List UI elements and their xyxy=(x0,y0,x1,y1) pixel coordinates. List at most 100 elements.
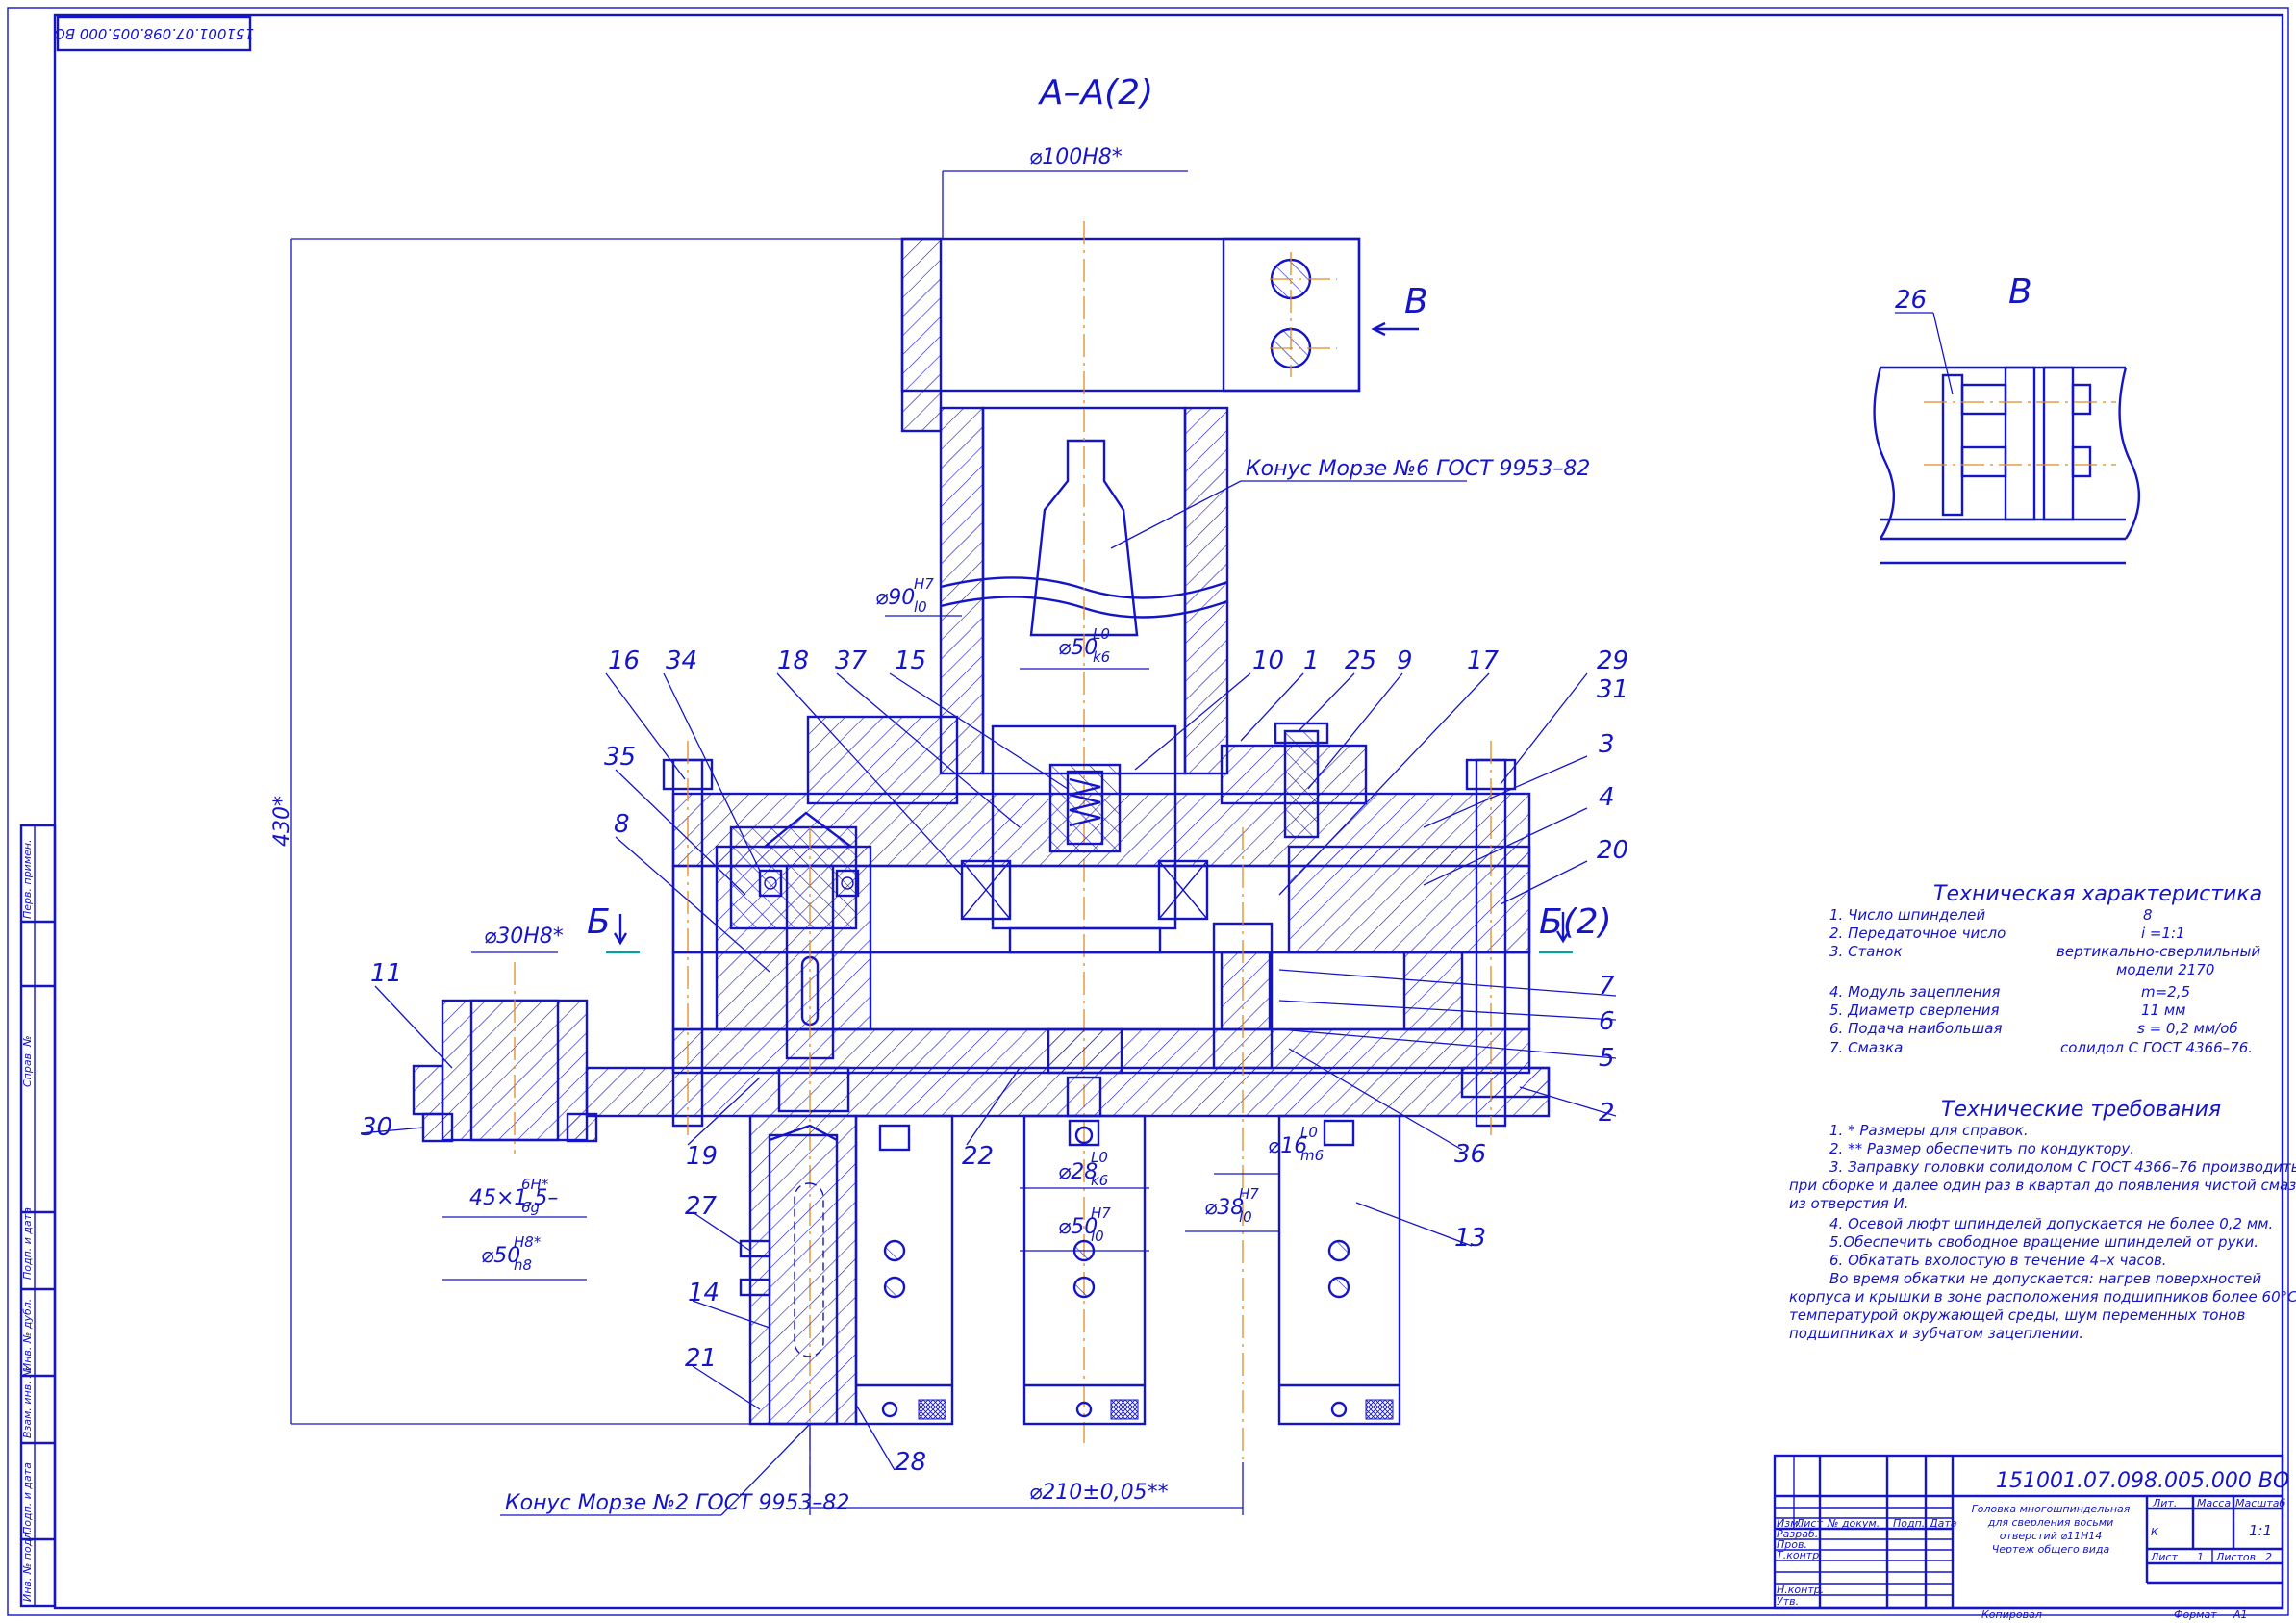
pos-35: 35 xyxy=(604,743,636,772)
section-title: А–А(2) xyxy=(1038,73,1153,113)
lit-value: К xyxy=(2151,1526,2159,1538)
tech-req-line-8: 6. Обкатать вхолостую в течение 4–х часо… xyxy=(1829,1252,2167,1269)
tech-req-line-11: температурой окружающей среды, шум перем… xyxy=(1789,1306,2245,1324)
dim-d28-fit-top: L0 xyxy=(1091,1149,1108,1166)
pos-31: 31 xyxy=(1597,675,1628,704)
side-strip-7: Инв. № подл. xyxy=(21,1529,34,1602)
tech-req-title: Технические требования xyxy=(1941,1098,2221,1122)
dim-d50-bottom-fit-bottom: l0 xyxy=(1091,1228,1104,1245)
tech-requirements: Технические требования 1. * Размеры для … xyxy=(1789,1098,2296,1342)
callout-morse6: Конус Морзе №6 ГОСТ 9953–82 xyxy=(1246,457,1590,481)
sheet-label: Лист xyxy=(2150,1551,2178,1563)
section-b-left: Б xyxy=(587,902,611,942)
side-strip-2: Справ. № xyxy=(21,1035,34,1087)
tech-req-line-3: 3. Заправку головки солидолом С ГОСТ 436… xyxy=(1829,1158,2296,1176)
role-tkontr: Т.контр. xyxy=(1777,1549,1823,1561)
title-name-2: для сверления восьми xyxy=(1987,1516,2113,1529)
assembly-drawing: 151001.07.098.005.000 ВО Перв. примен. С… xyxy=(7,7,2296,1621)
view-b-title: В xyxy=(2008,272,2032,312)
top-doc-number: 151001.07.098.005.000 ВО xyxy=(54,25,254,42)
tech-req-line-12: подшипниках и зубчатом зацеплении. xyxy=(1789,1325,2083,1342)
pos-7: 7 xyxy=(1599,972,1615,1001)
title-name-3: отверстий ⌀11Н14 xyxy=(2000,1530,2103,1542)
side-strip-1: Перв. примен. xyxy=(21,839,34,919)
dim-d38-fit-bottom: l0 xyxy=(1239,1208,1252,1226)
pos-11: 11 xyxy=(370,959,402,988)
pos-9: 9 xyxy=(1397,647,1413,675)
pos-3: 3 xyxy=(1599,730,1615,759)
tech-char-value-3: вертикально-сверлильный xyxy=(2056,943,2260,960)
pos-34: 34 xyxy=(666,647,697,675)
dim-thread-fit-top: 6H* xyxy=(521,1176,549,1193)
pos-17: 17 xyxy=(1467,647,1500,675)
dim-d90: ⌀90 xyxy=(875,586,915,610)
mass-label: Масса xyxy=(2197,1497,2231,1509)
tech-char-value-2: i =1:1 xyxy=(2141,925,2185,942)
tech-char-label-1: 1. Число шпинделей xyxy=(1829,906,1985,924)
top-doc-number-box: 151001.07.098.005.000 ВО xyxy=(54,15,254,52)
scale-value: 1:1 xyxy=(2249,1522,2272,1539)
format-value: А1 xyxy=(2233,1609,2248,1621)
pos-20: 20 xyxy=(1597,836,1628,865)
tech-char-value-5: m=2,5 xyxy=(2141,983,2190,1001)
pos-26: 26 xyxy=(1895,286,1927,315)
pos-14: 14 xyxy=(688,1279,719,1307)
pos-2: 2 xyxy=(1599,1099,1615,1128)
pos-27: 27 xyxy=(685,1192,718,1221)
dim-d16-fit-bottom: m6 xyxy=(1300,1147,1324,1164)
tech-char-label-3: 3. Станок xyxy=(1829,943,1903,960)
tech-char-label-8: 7. Смазка xyxy=(1829,1039,1903,1056)
dim-h430: 430* xyxy=(270,796,294,847)
dim-d210: ⌀210±0,05** xyxy=(1029,1481,1169,1505)
pos-28: 28 xyxy=(895,1448,926,1477)
dim-d30: ⌀30H8* xyxy=(484,925,564,949)
side-strip-6: Подп. и дата xyxy=(21,1462,34,1534)
dim-d50-top-fit-top: L0 xyxy=(1093,625,1110,643)
dim-d90-fit-top: H7 xyxy=(914,575,934,593)
dim-d28-fit-bottom: k6 xyxy=(1091,1172,1108,1189)
dim-d50-bottom-fit-top: H7 xyxy=(1091,1205,1111,1222)
title-block: 151001.07.098.005.000 ВО Головка многошп… xyxy=(1773,1454,2289,1621)
pos-19: 19 xyxy=(686,1142,718,1171)
tech-char-label-6: 5. Диаметр сверления xyxy=(1829,1002,2000,1019)
section-b-right: Б(2) xyxy=(1539,902,1612,942)
format-label: Формат xyxy=(2174,1609,2217,1621)
pos-5: 5 xyxy=(1599,1044,1615,1073)
pos-22: 22 xyxy=(962,1142,994,1171)
col-sign: Подп. xyxy=(1893,1517,1925,1530)
dim-d38-fit-top: H7 xyxy=(1239,1185,1259,1203)
tech-req-line-9: Во время обкатки не допускается: нагрев … xyxy=(1829,1270,2261,1287)
pos-8: 8 xyxy=(614,810,630,839)
pos-36: 36 xyxy=(1454,1140,1486,1169)
main-section xyxy=(412,221,1573,1501)
side-strip-4: Инв. № дубл. xyxy=(21,1299,34,1371)
dim-d16-fit-top: L0 xyxy=(1300,1124,1318,1141)
pos-25: 25 xyxy=(1345,647,1376,675)
pos-16: 16 xyxy=(608,647,640,675)
tech-req-line-4: при сборке и далее один раз в квартал до… xyxy=(1789,1177,2296,1194)
dim-d50-top-fit-bottom: k6 xyxy=(1093,648,1110,666)
pos-13: 13 xyxy=(1454,1224,1486,1253)
pos-30: 30 xyxy=(361,1113,392,1142)
scale-label: Масштаб xyxy=(2235,1497,2285,1509)
tech-req-line-6: 4. Осевой люфт шпинделей допускается не … xyxy=(1829,1215,2273,1232)
pos-1: 1 xyxy=(1303,647,1320,675)
pos-21: 21 xyxy=(685,1344,717,1373)
tech-char-value-7: s = 0,2 мм/об xyxy=(2137,1020,2238,1037)
pos-29: 29 xyxy=(1597,647,1628,675)
pos-6: 6 xyxy=(1599,1007,1615,1036)
tech-req-line-2: 2. ** Размер обеспечить по кондуктору. xyxy=(1829,1140,2134,1157)
tech-req-line-10: корпуса и крышки в зоне расположения под… xyxy=(1789,1288,2296,1306)
tech-char-label-5: 4. Модуль зацепления xyxy=(1829,983,2000,1001)
pos-18: 18 xyxy=(777,647,809,675)
tech-req-line-7: 5.Обеспечить свободное вращение шпинделе… xyxy=(1829,1233,2258,1251)
tech-char-label-2: 2. Передаточное число xyxy=(1829,925,2006,942)
side-strip-3: Подп. и дата xyxy=(21,1207,34,1280)
dim-d90-fit-bottom: l0 xyxy=(914,598,927,616)
sheets-no: 2 xyxy=(2265,1551,2272,1563)
sheets-label: Листов xyxy=(2215,1551,2256,1563)
view-b: В 26 xyxy=(1873,272,2140,565)
tech-req-line-5: из отверстия И. xyxy=(1789,1195,1909,1212)
pos-4: 4 xyxy=(1599,783,1615,812)
role-utv: Утв. xyxy=(1777,1595,1799,1608)
